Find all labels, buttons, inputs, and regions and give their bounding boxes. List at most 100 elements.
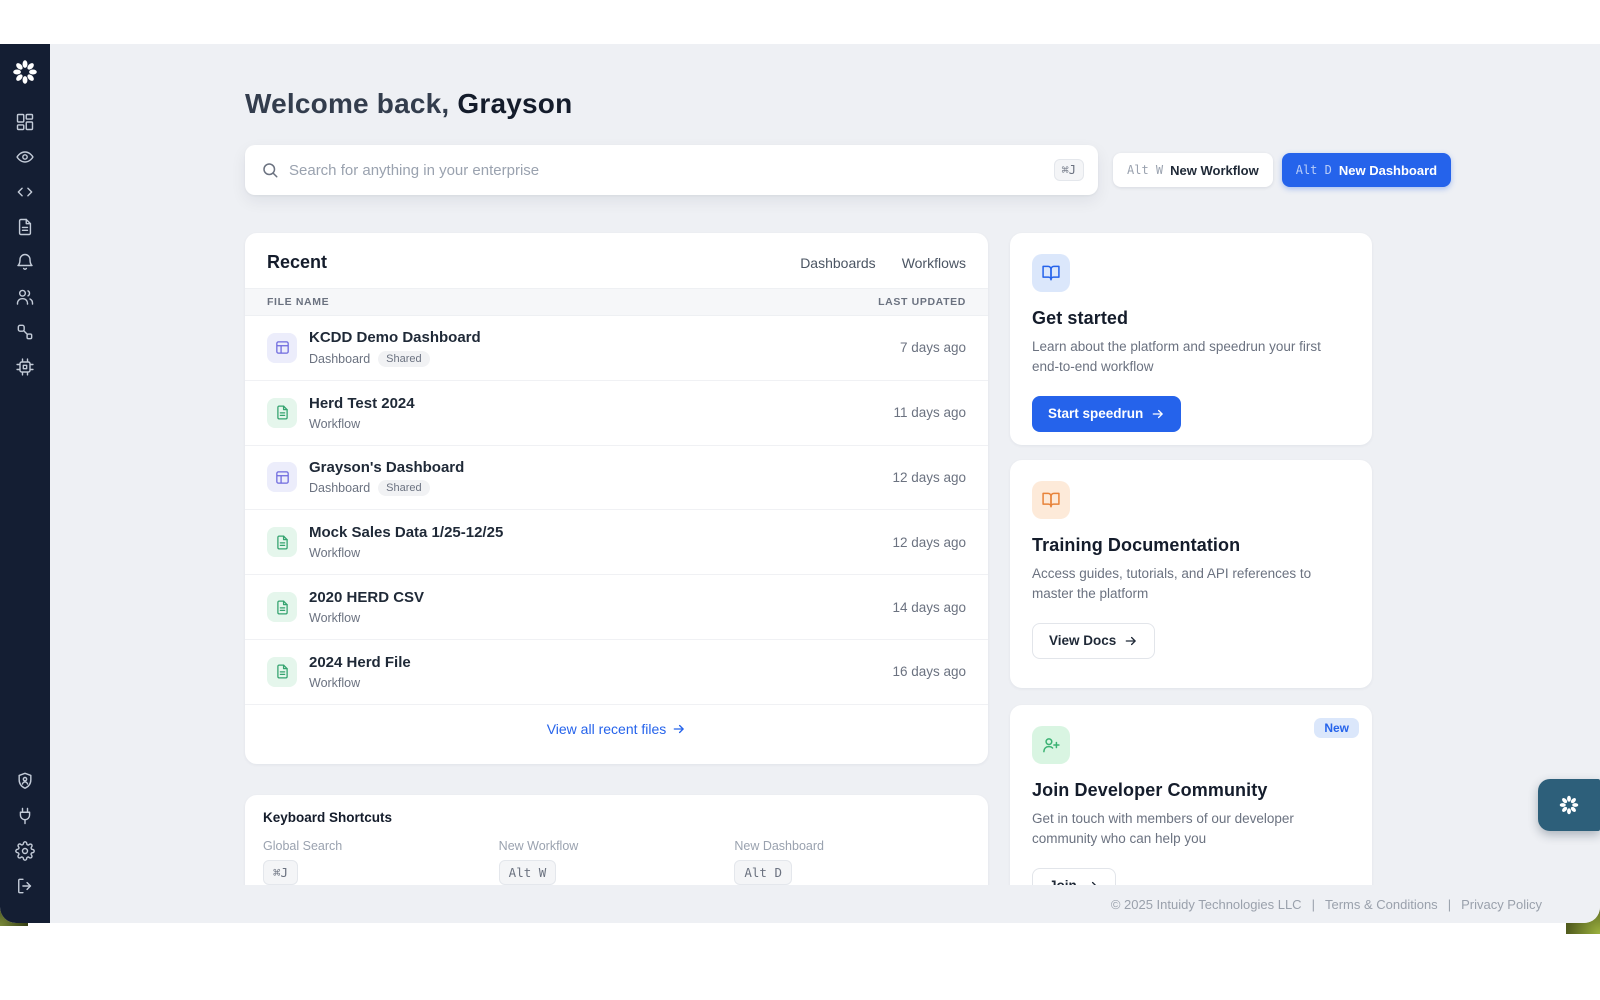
- table-row[interactable]: 2024 Herd File Workflow 16 days ago: [245, 640, 988, 705]
- dashboard-grid-icon: [15, 112, 35, 132]
- view-docs-button[interactable]: View Docs: [1032, 622, 1156, 659]
- table-header: FILE NAME LAST UPDATED: [245, 288, 988, 316]
- new-badge: New: [1314, 718, 1359, 738]
- burst-logo-icon: [1559, 795, 1579, 815]
- table-row[interactable]: 2020 HERD CSV Workflow 14 days ago: [245, 575, 988, 640]
- footer-separator: |: [1447, 896, 1452, 912]
- recent-file-list: KCDD Demo Dashboard Dashboard Shared 7 d…: [245, 316, 988, 705]
- table-row[interactable]: Mock Sales Data 1/25-12/25 Workflow 12 d…: [245, 510, 988, 576]
- sidebar-item-logout[interactable]: [15, 876, 35, 896]
- new-workflow-kbd: Alt W: [1127, 163, 1164, 177]
- sidebar-item-settings[interactable]: [15, 840, 35, 861]
- shortcut-label: New Dashboard: [734, 839, 824, 853]
- table-row[interactable]: Herd Test 2024 Workflow 11 days ago: [245, 381, 988, 446]
- start-speedrun-button[interactable]: Start speedrun: [1032, 395, 1182, 432]
- dashboard-file-icon: [267, 332, 297, 363]
- sidebar-item-notifications[interactable]: [15, 252, 35, 272]
- file-name: 2020 HERD CSV: [309, 589, 425, 607]
- shortcut-keys: ⌘J: [263, 860, 299, 885]
- user-name: Grayson: [457, 88, 573, 119]
- dashboard-file-icon: [267, 462, 297, 493]
- file-type: Dashboard: [309, 351, 371, 366]
- new-dashboard-button[interactable]: Alt D New Dashboard: [1281, 153, 1452, 187]
- start-speedrun-label: Start speedrun: [1048, 406, 1144, 421]
- shortcut-label: Global Search: [263, 839, 343, 853]
- file-type: Workflow: [309, 416, 361, 431]
- screenshot-canvas: Welcome back, Grayson ⌘J Alt W New Workf…: [0, 0, 1600, 1000]
- shortcut-new-dashboard: New Dashboard Alt D: [734, 839, 970, 885]
- new-workflow-button[interactable]: Alt W New Workflow: [1113, 153, 1273, 187]
- last-updated: 14 days ago: [892, 599, 966, 615]
- table-row[interactable]: Grayson's Dashboard Dashboard Shared 12 …: [245, 446, 988, 511]
- global-search[interactable]: ⌘J: [245, 145, 1098, 195]
- file-name: 2024 Herd File: [309, 654, 411, 671]
- new-dashboard-label: New Dashboard: [1338, 162, 1438, 178]
- search-input[interactable]: [289, 161, 1054, 179]
- footer: © 2025 Intuidy Technologies LLC | Terms …: [50, 885, 1600, 923]
- shortcut-keys: Alt D: [734, 860, 792, 885]
- search-icon: [261, 161, 279, 179]
- shortcut-label: New Workflow: [498, 839, 579, 853]
- workflow-file-icon: [267, 527, 297, 558]
- plug-icon: [15, 806, 35, 826]
- sidebar-item-observe[interactable]: [15, 147, 35, 167]
- card-title: Join Developer Community: [1032, 780, 1268, 800]
- card-description: Learn about the platform and speedrun yo…: [1032, 339, 1321, 375]
- shortcut-global-search: Global Search ⌘J: [263, 839, 499, 885]
- card-description: Access guides, tutorials, and API refere…: [1032, 566, 1312, 602]
- users-icon: [15, 287, 35, 307]
- tab-dashboards[interactable]: Dashboards: [800, 255, 876, 271]
- recent-files-card: Recent Dashboards Workflows FILE NAME LA…: [245, 233, 988, 764]
- shortcut-keys: Alt W: [498, 860, 557, 885]
- arrow-right-icon: [1152, 409, 1164, 418]
- privacy-policy-link[interactable]: Privacy Policy: [1461, 897, 1542, 912]
- new-workflow-label: New Workflow: [1170, 162, 1259, 178]
- file-name: Herd Test 2024: [309, 394, 415, 412]
- table-row[interactable]: KCDD Demo Dashboard Dashboard Shared 7 d…: [245, 316, 988, 381]
- code-brackets-icon: [15, 182, 35, 202]
- file-name: Grayson's Dashboard: [309, 458, 465, 476]
- tab-workflows[interactable]: Workflows: [902, 255, 966, 271]
- file-type: Workflow: [309, 675, 361, 690]
- bell-icon: [15, 252, 35, 272]
- last-updated: 7 days ago: [899, 340, 966, 356]
- welcome-prefix: Welcome back,: [245, 88, 450, 119]
- last-updated: 12 days ago: [892, 534, 966, 550]
- gear-icon: [15, 840, 35, 861]
- card-description: Get in touch with members of our develop…: [1032, 811, 1294, 847]
- sidebar-item-security[interactable]: [15, 771, 35, 791]
- view-all-recent-files-link[interactable]: View all recent files: [547, 721, 687, 737]
- shared-badge: Shared: [378, 350, 430, 367]
- recent-title: Recent: [267, 252, 328, 272]
- app-window: Welcome back, Grayson ⌘J Alt W New Workf…: [0, 44, 1600, 923]
- cpu-chip-icon: [15, 357, 35, 377]
- arrow-right-icon: [673, 725, 685, 734]
- sidebar-item-documents[interactable]: [15, 217, 35, 237]
- eye-icon: [15, 147, 35, 167]
- sidebar-item-code[interactable]: [15, 182, 35, 202]
- sidebar-item-team[interactable]: [15, 287, 35, 307]
- header-actions: Alt W New Workflow Alt D New Dashboard: [1113, 153, 1452, 187]
- view-docs-label: View Docs: [1049, 633, 1117, 648]
- sidebar-item-compute[interactable]: [15, 357, 35, 377]
- copyright-text: © 2025 Intuidy Technologies LLC: [1110, 896, 1302, 912]
- workflow-file-icon: [267, 397, 297, 428]
- sidebar: [0, 44, 50, 923]
- assistant-widget-button[interactable]: [1538, 779, 1600, 831]
- sidebar-item-dashboards[interactable]: [15, 112, 35, 132]
- book-open-icon: [1032, 481, 1070, 519]
- get-started-card: Get started Learn about the platform and…: [1010, 233, 1372, 445]
- arrow-right-icon: [1125, 636, 1137, 645]
- terms-and-conditions-link[interactable]: Terms & Conditions: [1325, 897, 1438, 912]
- footer-separator: |: [1311, 896, 1315, 912]
- file-type: Workflow: [309, 546, 361, 561]
- last-updated: 12 days ago: [892, 469, 966, 485]
- connected-nodes-icon: [15, 322, 35, 342]
- user-plus-icon: [1032, 726, 1070, 764]
- workflow-file-icon: [267, 656, 297, 687]
- shortcut-new-workflow: New Workflow Alt W: [498, 839, 735, 885]
- sidebar-item-integrations[interactable]: [15, 322, 35, 342]
- sidebar-item-plugins[interactable]: [15, 806, 35, 826]
- search-shortcut-kbd: ⌘J: [1053, 159, 1084, 181]
- training-documentation-card: Training Documentation Access guides, tu…: [1010, 460, 1372, 688]
